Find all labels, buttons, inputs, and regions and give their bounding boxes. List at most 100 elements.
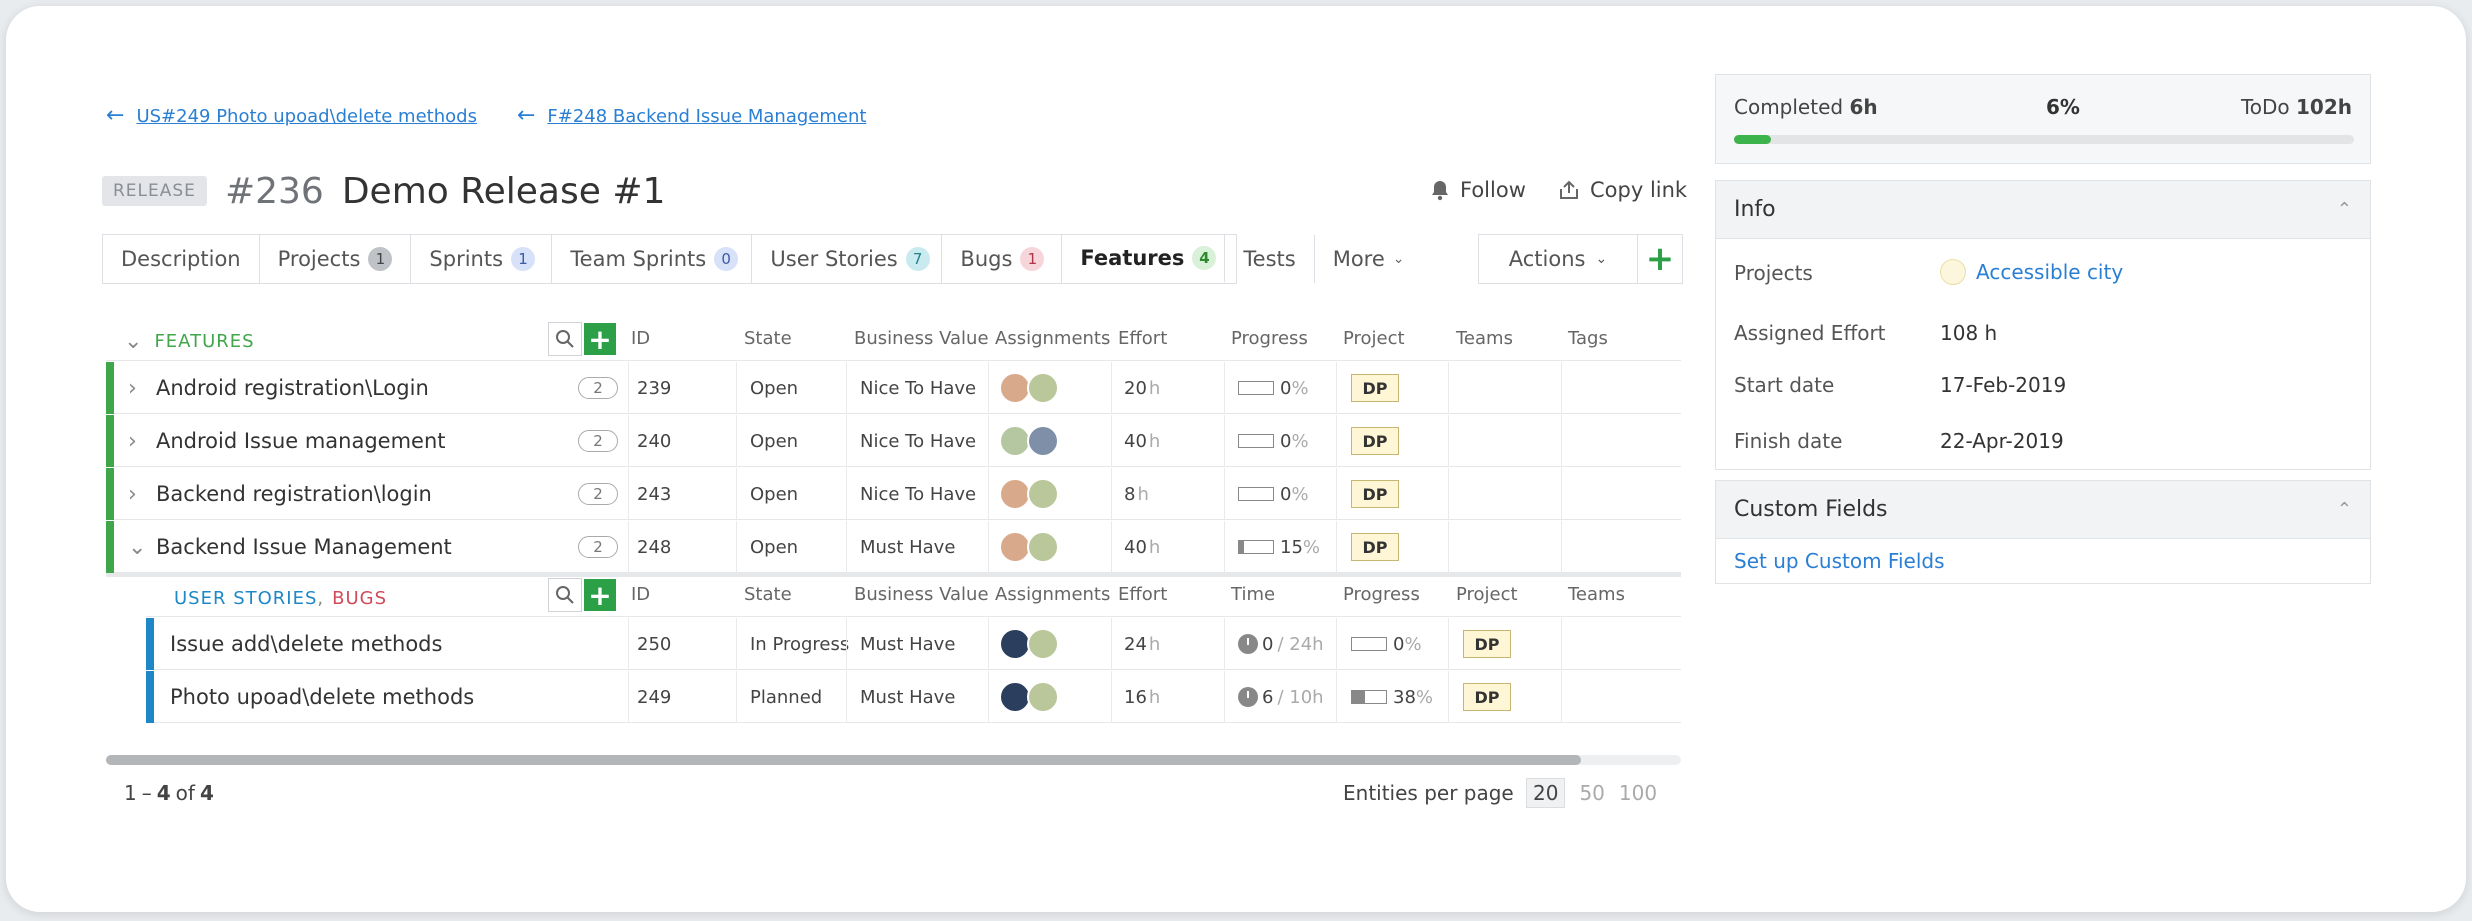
chevron-down-icon[interactable]: ⌄ [128,535,146,560]
column-header[interactable]: Project [1456,584,1518,605]
project-badge[interactable]: DP [1351,533,1399,561]
child-count-badge[interactable]: 2 [578,377,618,399]
feature-name[interactable]: Android Issue management [156,415,446,467]
info-panel-header[interactable]: Info ⌃ [1716,181,2370,239]
assignments-cell[interactable] [999,362,1059,414]
column-header[interactable]: Project [1343,328,1405,349]
state-cell[interactable]: Open [750,521,798,573]
drag-handle-icon[interactable]: ⋮ [108,370,122,384]
table-row[interactable]: ⋮ ⌄ Backend Issue Management 2 248 Open … [106,521,1681,573]
drag-handle-icon[interactable]: ⋮ [108,423,122,437]
state-cell[interactable]: Open [750,415,798,467]
feature-name[interactable]: Backend registration\login [156,468,432,520]
start-date-value[interactable]: 17-Feb-2019 [1940,373,2066,397]
add-feature-button[interactable]: + [584,323,616,356]
drag-handle-icon[interactable]: ⋮ [148,626,162,640]
follow-button[interactable]: Follow [1430,178,1526,202]
breadcrumb-link-user-story[interactable]: US#249 Photo upoad\delete methods [136,106,477,127]
business-value-cell[interactable]: Nice To Have [860,362,976,414]
search-button[interactable] [548,322,582,356]
tab-user-stories[interactable]: User Stories 7 [752,235,943,283]
setup-custom-fields-link[interactable]: Set up Custom Fields [1734,549,1945,573]
drag-handle-icon[interactable]: ⋮ [108,476,122,490]
project-link[interactable]: Accessible city [1940,259,2123,285]
project-badge[interactable]: DP [1351,480,1399,508]
effort-cell[interactable]: 24 h [1124,618,1160,670]
time-cell[interactable]: 6/ 10h [1238,671,1324,723]
child-count-badge[interactable]: 2 [578,483,618,505]
assignments-cell[interactable] [999,618,1059,670]
add-entity-button[interactable]: + [1637,234,1683,284]
state-cell[interactable]: Planned [750,671,822,723]
column-header[interactable]: Progress [1231,328,1308,349]
column-header[interactable]: Time [1231,584,1275,605]
project-badge[interactable]: DP [1463,630,1511,658]
business-value-cell[interactable]: Nice To Have [860,468,976,520]
column-header[interactable]: Assignments [995,584,1110,605]
table-row[interactable]: ⋮ › Android registration\Login 2 239 Ope… [106,362,1681,414]
column-header[interactable]: Assignments [995,328,1110,349]
assignments-cell[interactable] [999,671,1059,723]
avatar[interactable] [1027,425,1059,457]
custom-fields-header[interactable]: Custom Fields ⌃ [1716,481,2370,539]
column-header[interactable]: ID [631,328,650,349]
project-badge[interactable]: DP [1463,683,1511,711]
project-badge[interactable]: DP [1351,374,1399,402]
column-header[interactable]: State [744,584,792,605]
business-value-cell[interactable]: Must Have [860,671,955,723]
horizontal-scrollbar[interactable] [106,755,1681,765]
tab-features[interactable]: Features 4 [1062,235,1226,283]
state-cell[interactable]: In Progress [750,618,849,670]
column-header[interactable]: Teams [1568,584,1625,605]
state-cell[interactable]: Open [750,362,798,414]
user-story-name[interactable]: Issue add\delete methods [170,618,442,670]
column-header[interactable]: Teams [1456,328,1513,349]
actions-button[interactable]: Actions ⌄ [1478,234,1638,284]
breadcrumb-link-feature[interactable]: F#248 Backend Issue Management [547,106,866,127]
tab-projects[interactable]: Projects 1 [260,235,412,283]
child-count-badge[interactable]: 2 [578,430,618,452]
assignments-cell[interactable] [999,521,1059,573]
tab-tests[interactable]: Tests [1225,235,1315,283]
state-cell[interactable]: Open [750,468,798,520]
avatar[interactable] [1027,372,1059,404]
per-page-option-20[interactable]: 20 [1526,778,1566,808]
table-row[interactable]: ⋮ › Android Issue management 2 240 Open … [106,415,1681,467]
column-header[interactable]: Tags [1568,328,1608,349]
chevron-right-icon[interactable]: › [128,376,137,401]
avatar[interactable] [1027,531,1059,563]
assigned-effort-value[interactable]: 108 h [1940,321,1997,345]
avatar[interactable] [1027,628,1059,660]
table-row[interactable]: ⋮ Issue add\delete methods 250 In Progre… [146,618,1681,670]
chevron-right-icon[interactable]: › [128,482,137,507]
business-value-cell[interactable]: Must Have [860,521,955,573]
effort-cell[interactable]: 8h [1124,468,1149,520]
column-header[interactable]: Business Value [854,328,989,349]
tab-team-sprints[interactable]: Team Sprints 0 [552,235,753,283]
user-story-name[interactable]: Photo upoad\delete methods [170,671,474,723]
child-count-badge[interactable]: 2 [578,536,618,558]
table-row[interactable]: ⋮ › Backend registration\login 2 243 Ope… [106,468,1681,520]
drag-handle-icon[interactable]: ⋮ [148,679,162,693]
feature-name[interactable]: Backend Issue Management [156,521,452,573]
column-header[interactable]: State [744,328,792,349]
column-header[interactable]: ID [631,584,650,605]
tab-description[interactable]: Description [103,235,260,283]
avatar[interactable] [1027,681,1059,713]
feature-name[interactable]: Android registration\Login [156,362,429,414]
column-header[interactable]: Effort [1118,328,1167,349]
chevron-right-icon[interactable]: › [128,429,137,454]
search-button[interactable] [548,578,582,612]
features-section-header[interactable]: ⌄ FEATURES [124,324,255,358]
scrollbar-thumb[interactable] [106,755,1581,765]
effort-cell[interactable]: 20 h [1124,362,1160,414]
add-child-button[interactable]: + [584,579,616,612]
project-badge[interactable]: DP [1351,427,1399,455]
effort-cell[interactable]: 16 h [1124,671,1160,723]
drag-handle-icon[interactable]: ⋮ [108,529,122,543]
effort-cell[interactable]: 40 h [1124,521,1160,573]
column-header[interactable]: Effort [1118,584,1167,605]
assignments-cell[interactable] [999,415,1059,467]
per-page-option-100[interactable]: 100 [1619,781,1657,805]
column-header[interactable]: Progress [1343,584,1420,605]
